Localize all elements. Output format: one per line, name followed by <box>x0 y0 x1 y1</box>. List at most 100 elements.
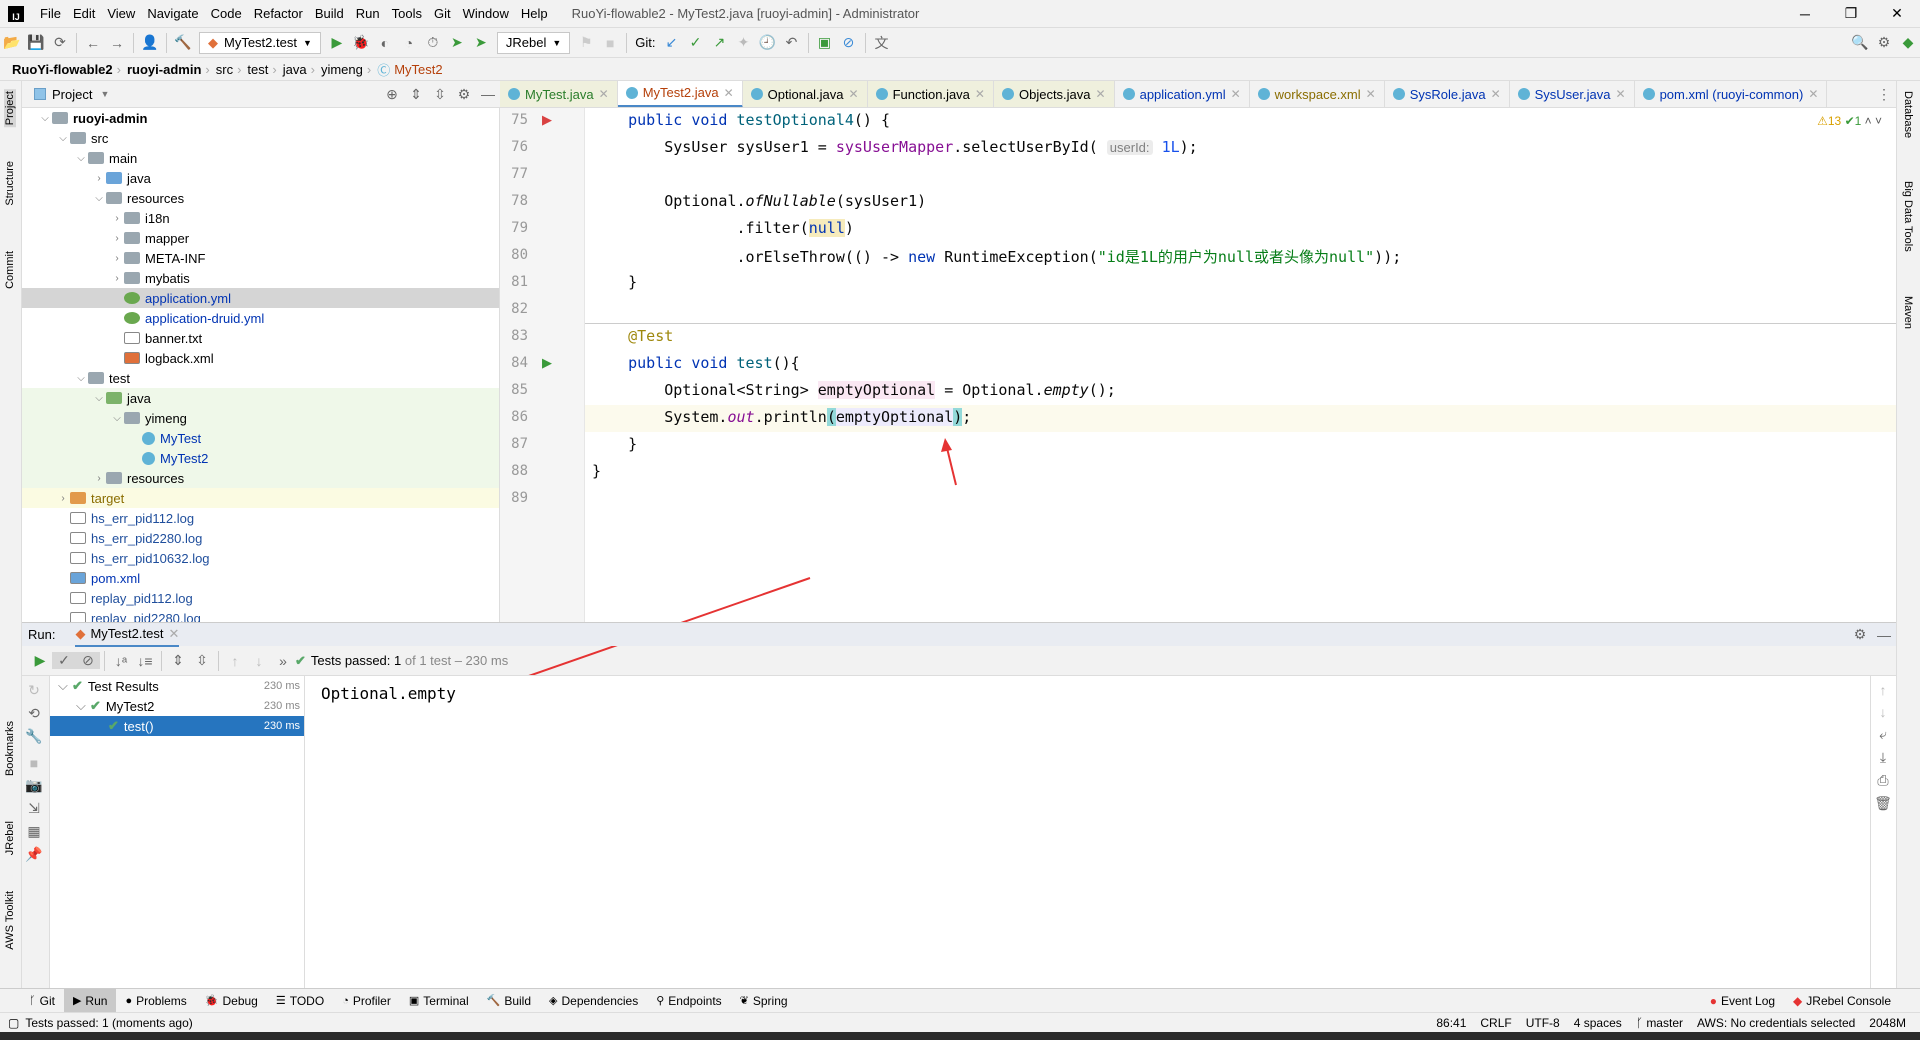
menu-file[interactable]: File <box>34 6 67 21</box>
tool-profiler[interactable]: ◔ Profiler <box>333 989 400 1013</box>
run-icon[interactable]: ▶ <box>325 34 349 51</box>
breadcrumb-item[interactable]: ruoyi-admin <box>127 62 201 77</box>
locate-icon[interactable]: ⊕ <box>380 86 404 103</box>
tool-git[interactable]: ᚴ Git <box>20 989 64 1013</box>
run-config-select[interactable]: ◆ MyTest2.test ▼ <box>199 31 321 54</box>
menu-view[interactable]: View <box>101 6 141 21</box>
show-passed-icon[interactable]: ✓ <box>52 652 76 669</box>
hide-icon[interactable]: — <box>1872 627 1896 643</box>
tree-item[interactable]: application.yml <box>22 288 499 308</box>
tool-spring[interactable]: ❦ Spring <box>731 989 797 1013</box>
translate-icon[interactable]: 文 <box>870 33 894 53</box>
tree-item[interactable]: ⌵ resources <box>22 188 499 208</box>
file-encoding[interactable]: UTF-8 <box>1526 1016 1560 1030</box>
tool-terminal[interactable]: ▣ Terminal <box>400 989 478 1013</box>
stripe-aws-toolkit[interactable]: AWS Toolkit <box>4 891 16 950</box>
test-result-item[interactable]: ✔ test() 230 ms <box>50 716 304 736</box>
search-icon[interactable]: 🔍 <box>1848 34 1872 51</box>
close-tab-icon[interactable]: ✕ <box>849 87 859 101</box>
editor-tab[interactable]: Function.java ✕ <box>867 81 994 107</box>
tree-item[interactable]: pom.xml <box>22 568 499 588</box>
editor-tab[interactable]: SysUser.java ✕ <box>1510 81 1635 107</box>
close-tab-icon[interactable]: ✕ <box>1231 87 1241 101</box>
tree-item[interactable]: ⌵ test <box>22 368 499 388</box>
tree-item[interactable]: ⌵ yimeng <box>22 408 499 428</box>
print-icon[interactable]: ⎙ <box>1871 772 1895 789</box>
tree-item[interactable]: hs_err_pid2280.log <box>22 528 499 548</box>
stripe-bookmarks[interactable]: Bookmarks <box>4 721 16 776</box>
close-tab-icon[interactable]: ✕ <box>1491 87 1501 101</box>
pin-icon[interactable]: 📌 <box>22 846 46 863</box>
editor-tab[interactable]: application.yml ✕ <box>1115 81 1250 107</box>
scroll-down-icon[interactable]: ↓ <box>1871 704 1895 720</box>
tool-endpoints[interactable]: ⚲ Endpoints <box>647 989 730 1013</box>
collapse-icon[interactable]: ⇳ <box>190 652 214 669</box>
jrebel-console-button[interactable]: ◆ JRebel Console <box>1784 989 1900 1013</box>
status-panel-icon[interactable]: ▢ <box>8 1016 19 1030</box>
stripe-structure[interactable]: Structure <box>4 161 16 206</box>
menu-navigate[interactable]: Navigate <box>141 6 204 21</box>
indent-setting[interactable]: 4 spaces <box>1574 1016 1622 1030</box>
coverage-icon[interactable]: ◐ <box>373 35 397 51</box>
close-button[interactable]: ✕ <box>1874 5 1920 22</box>
tool-run[interactable]: ▶ Run <box>63 988 117 1013</box>
tree-item[interactable]: › mapper <box>22 228 499 248</box>
close-tab-icon[interactable]: ✕ <box>1366 87 1376 101</box>
soft-wrap-icon[interactable]: ⤶ <box>1871 726 1895 743</box>
tree-item[interactable]: ⌵ ruoyi-admin <box>22 108 499 128</box>
stripe-commit[interactable]: Commit <box>4 251 16 289</box>
editor-tab[interactable]: MyTest2.java ✕ <box>617 81 743 107</box>
expand-all-icon[interactable]: ⇕ <box>404 86 428 103</box>
breadcrumb-item[interactable]: test <box>247 62 268 77</box>
git-history-icon[interactable]: 🕘 <box>756 34 780 51</box>
git-commit-icon[interactable]: ✓ <box>684 34 708 51</box>
tree-item[interactable]: › resources <box>22 468 499 488</box>
aws-credentials[interactable]: AWS: No credentials selected <box>1697 1016 1855 1030</box>
caret-position[interactable]: 86:41 <box>1436 1016 1466 1030</box>
stripe-project[interactable]: Project <box>4 89 16 128</box>
next-test-icon[interactable]: ↓ <box>247 653 271 669</box>
editor-tab[interactable]: MyTest.java ✕ <box>500 81 618 107</box>
test-result-item[interactable]: ⌵ ✔ Test Results 230 ms <box>50 676 304 696</box>
trash-icon[interactable]: 🗑 <box>1871 795 1895 812</box>
tree-item[interactable]: ⌵ main <box>22 148 499 168</box>
jrebel-select[interactable]: JRebel ▼ <box>496 31 571 54</box>
stop-icon[interactable]: ■ <box>22 755 46 771</box>
tree-item[interactable]: ⌵ java <box>22 388 499 408</box>
menu-refactor[interactable]: Refactor <box>248 6 309 21</box>
breadcrumb-item[interactable]: java <box>283 62 307 77</box>
console-output[interactable]: Optional.empty <box>305 676 1870 988</box>
open-icon[interactable]: 📂 <box>0 34 24 51</box>
menu-help[interactable]: Help <box>515 6 554 21</box>
tree-item[interactable]: replay_pid2280.log <box>22 608 499 622</box>
scroll-end-icon[interactable]: ⤓ <box>1871 749 1895 766</box>
show-ignored-icon[interactable]: ⊘ <box>76 652 100 669</box>
more-tabs-icon[interactable]: ⋮ <box>1872 86 1896 103</box>
close-tab-icon[interactable]: ✕ <box>1808 87 1818 101</box>
git-rollback-icon[interactable]: ↶ <box>780 34 804 51</box>
build-hammer-icon[interactable]: 🔨 <box>171 34 195 51</box>
close-tab-icon[interactable]: ✕ <box>975 87 985 101</box>
test-result-item[interactable]: ⌵ ✔ MyTest2 230 ms <box>50 696 304 716</box>
tree-item[interactable]: › i18n <box>22 208 499 228</box>
tool-build[interactable]: 🔨 Build <box>478 989 540 1013</box>
jrebel-run-icon[interactable]: ➤ <box>445 34 469 51</box>
debug-icon[interactable]: 🐞 <box>349 34 373 51</box>
event-log-button[interactable]: ● Event Log <box>1701 989 1784 1013</box>
settings-icon[interactable]: ⚙ <box>452 86 476 103</box>
stripe-jrebel[interactable]: JRebel <box>4 821 16 855</box>
breadcrumb-item[interactable]: MyTest2 <box>394 62 442 77</box>
close-tab-icon[interactable]: ✕ <box>1096 87 1106 101</box>
stripe-big-data-tools[interactable]: Big Data Tools <box>1902 181 1914 252</box>
stripe-maven[interactable]: Maven <box>1902 296 1914 329</box>
settings-icon[interactable]: ⚙ <box>1848 626 1872 643</box>
tool-debug[interactable]: 🐞 Debug <box>196 989 267 1013</box>
minimize-button[interactable]: ─ <box>1782 6 1828 22</box>
git-push-icon[interactable]: ↗ <box>708 34 732 51</box>
line-separator[interactable]: CRLF <box>1480 1016 1511 1030</box>
project-view-select[interactable]: Project <box>52 87 92 102</box>
profile-icon[interactable]: ◔ <box>397 35 421 51</box>
tree-item[interactable]: › java <box>22 168 499 188</box>
breadcrumb-item[interactable]: src <box>216 62 233 77</box>
camera-icon[interactable]: 📷 <box>22 777 46 794</box>
